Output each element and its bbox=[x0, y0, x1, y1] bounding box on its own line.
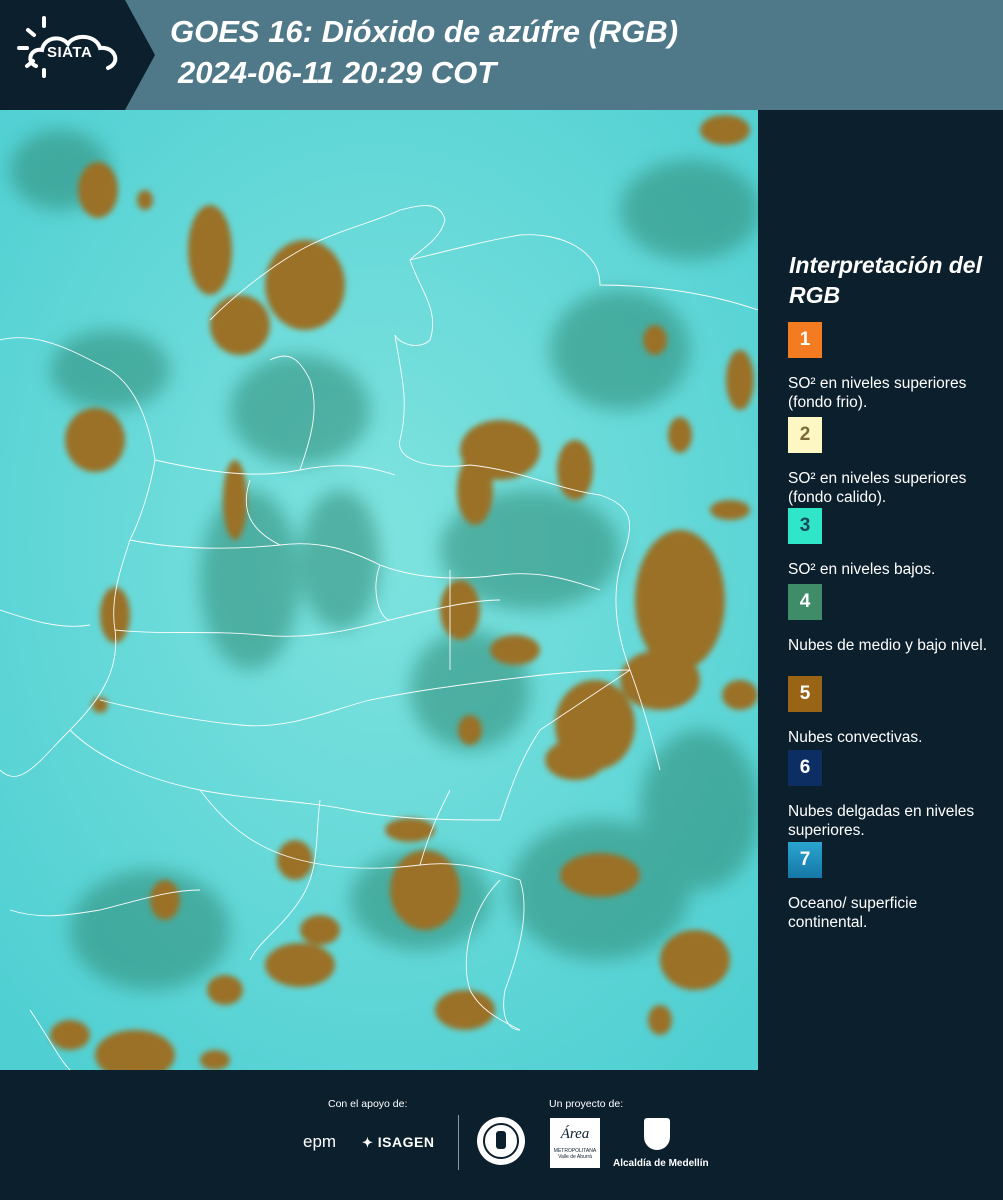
support-label: Con el apoyo de: bbox=[328, 1098, 408, 1110]
legend-label-3: SO² en niveles bajos. bbox=[788, 561, 936, 578]
legend-label-7: Oceano/ superficie continental. bbox=[788, 895, 918, 931]
legend-swatch-2: 2 bbox=[788, 417, 822, 453]
legend-swatch-7: 7 bbox=[788, 842, 822, 878]
logo-text: SIATA bbox=[47, 44, 93, 61]
alcaldia-text: Alcaldía de Medellín bbox=[613, 1158, 709, 1169]
legend-label-2: SO² en niveles superiores (fondo calido)… bbox=[788, 470, 967, 506]
page-subtitle-datetime: 2024-06-11 20:29 COT bbox=[178, 55, 497, 90]
medellin-seal-icon bbox=[477, 1117, 525, 1165]
epm-logo-text: epm bbox=[303, 1132, 337, 1151]
legend-swatch-1: 1 bbox=[788, 322, 822, 358]
alcaldia-shield-icon bbox=[644, 1118, 670, 1150]
legend-panel: Interpretación del RGB 1 SO² en niveles … bbox=[760, 110, 1003, 1070]
legend-swatch-6: 6 bbox=[788, 750, 822, 786]
legend-item-1: 1 SO² en niveles superiores (fondo frio)… bbox=[788, 322, 993, 412]
page-title: GOES 16: Dióxido de azúfre (RGB) bbox=[170, 14, 679, 49]
satellite-map bbox=[0, 110, 758, 1070]
legend-label-1: SO² en niveles superiores (fondo frio). bbox=[788, 375, 967, 411]
area-logo-sub2: Valle de Aburrá bbox=[558, 1154, 592, 1160]
legend-swatch-3: 3 bbox=[788, 508, 822, 544]
legend-label-4: Nubes de medio y bajo nivel. bbox=[788, 637, 988, 654]
legend-swatch-4: 4 bbox=[788, 584, 822, 620]
legend-item-5: 5 Nubes convectivas. bbox=[788, 676, 993, 747]
legend-item-6: 6 Nubes delgadas en niveles superiores. bbox=[788, 750, 993, 840]
epm-logo: epm bbox=[303, 1132, 336, 1152]
footer: Con el apoyo de: Un proyecto de: epm ✦ I… bbox=[0, 1070, 1003, 1200]
legend-title: Interpretación del RGB bbox=[789, 252, 982, 308]
isagen-icon: ✦ bbox=[362, 1135, 374, 1150]
area-logo-text: Área bbox=[560, 1126, 590, 1142]
project-label: Un proyecto de: bbox=[549, 1098, 624, 1110]
isagen-logo: ✦ ISAGEN bbox=[362, 1134, 434, 1151]
legend-item-4: 4 Nubes de medio y bajo nivel. bbox=[788, 584, 993, 655]
legend-item-2: 2 SO² en niveles superiores (fondo calid… bbox=[788, 417, 993, 507]
header-bar: SIATA GOES 16: Dióxido de azúfre (RGB) 2… bbox=[0, 0, 1003, 110]
legend-label-5: Nubes convectivas. bbox=[788, 729, 923, 746]
footer-divider bbox=[458, 1115, 459, 1170]
legend-item-3: 3 SO² en niveles bajos. bbox=[788, 508, 993, 579]
legend-swatch-5: 5 bbox=[788, 676, 822, 712]
area-metropolitana-logo: Área METROPOLITANA Valle de Aburrá bbox=[550, 1118, 600, 1168]
isagen-logo-text: ISAGEN bbox=[377, 1134, 435, 1150]
legend-item-7: 7 Oceano/ superficie continental. bbox=[788, 842, 993, 932]
satellite-image bbox=[0, 110, 758, 1070]
siata-logo: SIATA bbox=[0, 0, 155, 110]
legend-label-6: Nubes delgadas en niveles superiores. bbox=[788, 803, 975, 839]
